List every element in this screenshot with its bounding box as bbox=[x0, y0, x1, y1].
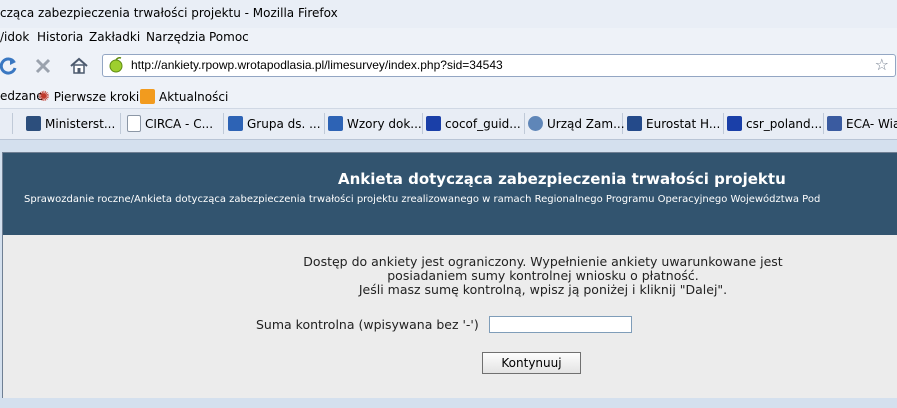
bookmark-tab[interactable]: cocof_guid... bbox=[422, 113, 525, 134]
bookmark-label: cocof_guid... bbox=[445, 116, 521, 131]
bookmark-news[interactable]: Aktualności bbox=[140, 89, 228, 104]
survey-header: Ankieta dotycząca zabezpieczenia trwałoś… bbox=[3, 153, 897, 235]
bookmark-tab[interactable]: csr_poland... bbox=[723, 113, 824, 134]
bookmark-star-icon[interactable]: ☆ bbox=[875, 55, 889, 74]
stop-icon[interactable] bbox=[30, 54, 56, 78]
bookmark-tab[interactable] bbox=[0, 113, 13, 134]
rss-icon bbox=[140, 89, 155, 104]
bookmark-tab[interactable]: Eurostat H... bbox=[623, 113, 724, 134]
message-line: Dostęp do ankiety jest ograniczony. Wype… bbox=[303, 254, 783, 269]
flag-icon bbox=[328, 116, 343, 131]
menu-bar: /idok Historia Zakładki Narzędzia Pomoc bbox=[0, 28, 897, 48]
checksum-input[interactable] bbox=[489, 316, 632, 333]
bookmark-tab[interactable]: Ministerst... bbox=[22, 113, 121, 134]
bookmark-label: Urząd Zam... bbox=[547, 116, 625, 131]
menu-view[interactable]: /idok bbox=[0, 30, 29, 44]
bookmark-label: Grupa ds. ... bbox=[247, 116, 321, 131]
survey-subtitle: Sprawozdanie roczne/Ankieta dotycząca za… bbox=[24, 194, 821, 205]
eu-flag-icon bbox=[426, 116, 441, 131]
message-line: posiadaniem sumy kontrolnej wniosku o pł… bbox=[387, 268, 699, 283]
firefox-icon: ✺ bbox=[38, 89, 50, 105]
bookmark-label: csr_poland... bbox=[746, 116, 823, 131]
mrr-icon bbox=[26, 116, 41, 131]
window-title: cząca zabezpieczenia trwałości projektu … bbox=[0, 6, 338, 20]
bookmark-label: Eurostat H... bbox=[646, 116, 721, 131]
reload-icon[interactable] bbox=[0, 54, 22, 78]
site-favicon-icon bbox=[108, 57, 124, 76]
bookmark-label: Ministerst... bbox=[45, 116, 116, 131]
globe-icon bbox=[528, 116, 543, 131]
menu-tools[interactable]: Narzędzia bbox=[146, 30, 206, 44]
bookmark-tab[interactable]: Urząd Zam... bbox=[524, 113, 625, 134]
book-icon bbox=[827, 116, 842, 131]
bookmarks-toolbar: edzane ✺ Pierwsze kroki Aktualności bbox=[0, 84, 897, 109]
checksum-label: Suma kontrolna (wpisywana bez '-') bbox=[256, 317, 479, 332]
bookmark-tab[interactable]: ECA- Wia bbox=[823, 113, 897, 134]
flag-icon bbox=[228, 116, 243, 131]
bookmark-tab[interactable]: CIRCA - C... bbox=[123, 113, 224, 134]
bookmark-label: Aktualności bbox=[159, 89, 229, 104]
bookmark-label: Wzory dok... bbox=[347, 116, 422, 131]
bookmark-label: CIRCA - C... bbox=[145, 116, 214, 131]
page-icon bbox=[127, 115, 141, 132]
bookmark-tab[interactable]: Grupa ds. ... bbox=[224, 113, 325, 134]
bookmarks-tabs-row: Ministerst... CIRCA - C... Grupa ds. ...… bbox=[0, 109, 897, 140]
menu-help[interactable]: Pomoc bbox=[209, 30, 249, 44]
continue-button[interactable]: Kontynuuj bbox=[482, 352, 581, 374]
page-content: Ankieta dotycząca zabezpieczenia trwałoś… bbox=[2, 152, 897, 399]
address-bar[interactable]: http://ankiety.rpowp.wrotapodlasia.pl/li… bbox=[102, 54, 896, 77]
menu-bookmarks[interactable]: Zakładki bbox=[89, 30, 140, 44]
eu-flag-icon bbox=[727, 116, 742, 131]
window-titlebar: cząca zabezpieczenia trwałości projektu … bbox=[0, 0, 897, 29]
menu-history[interactable]: Historia bbox=[37, 30, 83, 44]
bookmark-getting-started[interactable]: ✺ Pierwsze kroki bbox=[38, 89, 139, 105]
page-bottom-edge bbox=[0, 398, 897, 408]
home-icon[interactable] bbox=[66, 54, 92, 78]
url-text[interactable]: http://ankiety.rpowp.wrotapodlasia.pl/li… bbox=[131, 58, 503, 72]
bookmark-tab[interactable]: Wzory dok... bbox=[324, 113, 423, 134]
message-line: Jeśli masz sumę kontrolną, wpisz ją poni… bbox=[358, 282, 728, 297]
bookmark-label: Pierwsze kroki bbox=[53, 90, 140, 104]
survey-title: Ankieta dotycząca zabezpieczenia trwałoś… bbox=[338, 170, 786, 188]
access-message: Dostęp do ankiety jest ograniczony. Wype… bbox=[273, 255, 813, 297]
eurostat-icon bbox=[627, 116, 642, 131]
bookmark-label: ECA- Wia bbox=[846, 116, 897, 131]
